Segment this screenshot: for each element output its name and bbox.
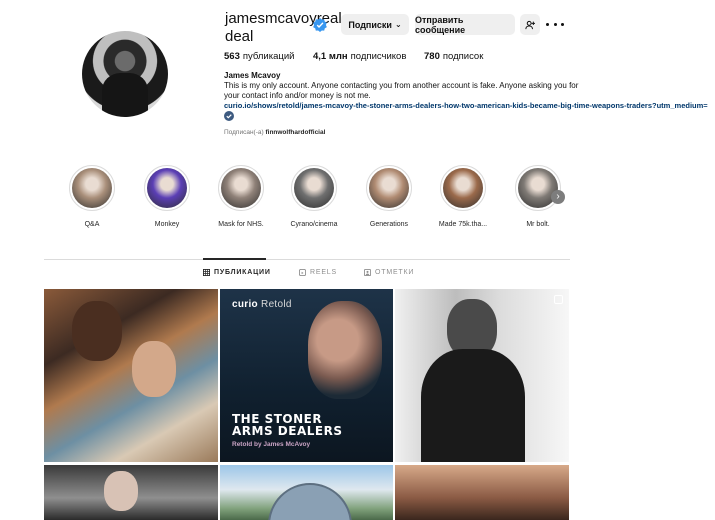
post-thumbnail[interactable]: [220, 465, 393, 520]
post-brand-logo: curio Retold: [232, 299, 292, 310]
story-highlight-label: Monkey: [154, 221, 180, 228]
add-user-icon: [525, 20, 535, 29]
suggested-users-button[interactable]: [520, 14, 540, 35]
tagged-icon: [364, 269, 371, 276]
following-count-label: подписок: [442, 51, 484, 62]
tab-posts[interactable]: ПУБЛИКАЦИИ: [203, 269, 271, 276]
profile-bio: This is my only account. Anyone contacti…: [224, 81, 579, 100]
story-highlight-cover: [218, 165, 264, 211]
following-count-value: 780: [424, 51, 440, 62]
story-highlight-cover: [440, 165, 486, 211]
followers-count-label: подписчиков: [350, 51, 407, 62]
followed-by-prefix: Подписан(-а): [224, 129, 264, 136]
post-brand-name: curio: [232, 299, 258, 310]
chevron-right-icon[interactable]: ›: [551, 190, 565, 204]
story-highlight-label: Generations: [369, 221, 409, 228]
post-thumbnail[interactable]: [395, 465, 569, 520]
tab-reels-label: REELS: [310, 269, 337, 276]
story-highlight-cover: [69, 165, 115, 211]
story-highlight[interactable]: Monkey: [137, 165, 197, 228]
threads-badge-icon[interactable]: [224, 111, 234, 121]
story-highlight[interactable]: Made 75k.tha...: [433, 165, 493, 228]
followed-by-user: finnwolfhardofficial: [265, 129, 326, 136]
story-highlight[interactable]: Q&A: [62, 165, 122, 228]
tab-tagged[interactable]: ОТМЕТКИ: [364, 269, 414, 276]
carousel-icon: [554, 295, 563, 304]
story-highlight[interactable]: Generations: [359, 165, 419, 228]
followers-count-value: 4,1 млн: [313, 51, 348, 62]
profile-username: jamesmcavoyreal deal: [225, 10, 342, 45]
chevron-down-icon: ⌄: [394, 20, 402, 29]
followed-by-text[interactable]: Подписан(-а) finnwolfhardofficial: [224, 129, 325, 136]
profile-full-name: James Mcavoy: [224, 71, 281, 80]
tab-posts-label: ПУБЛИКАЦИИ: [214, 269, 271, 276]
posts-count-label: публикаций: [242, 51, 295, 62]
story-highlight-label: Mask for NHS.: [218, 221, 264, 228]
verified-badge-icon: [313, 18, 327, 32]
story-highlight[interactable]: Cyrano/cinema: [284, 165, 344, 228]
story-highlight-cover: [366, 165, 412, 211]
post-thumbnail[interactable]: [395, 289, 569, 462]
post-title-text: THE STONER ARMS DEALERS: [232, 413, 342, 437]
more-options-icon[interactable]: [546, 16, 564, 32]
post-title-line2: ARMS DEALERS: [232, 424, 343, 438]
send-message-button[interactable]: Отправить сообщение: [415, 14, 515, 35]
post-thumbnail[interactable]: curio Retold THE STONER ARMS DEALERS Ret…: [220, 289, 393, 462]
post-subtitle-text: Retold by James McAvoy: [232, 441, 311, 448]
story-highlight-label: Made 75k.tha...: [438, 221, 488, 228]
story-highlight-cover: [291, 165, 337, 211]
story-highlight-cover: [515, 165, 561, 211]
tab-reels[interactable]: REELS: [299, 269, 337, 276]
post-thumbnail[interactable]: [44, 289, 218, 462]
story-highlight[interactable]: Mask for NHS.: [211, 165, 271, 228]
posts-count: 563 публикаций: [224, 51, 294, 62]
following-count[interactable]: 780 подписок: [424, 51, 483, 62]
story-highlight-label: Q&A: [84, 221, 100, 228]
following-button-label: Подписки: [348, 19, 392, 30]
tab-tagged-label: ОТМЕТКИ: [375, 269, 415, 276]
reels-icon: [299, 269, 306, 276]
profile-avatar[interactable]: [82, 31, 168, 117]
post-brand-suffix: Retold: [261, 299, 292, 310]
following-button[interactable]: Подписки ⌄: [341, 14, 409, 35]
active-tab-indicator: [203, 258, 266, 260]
story-highlight-cover: [144, 165, 190, 211]
posts-count-value: 563: [224, 51, 240, 62]
tabs-divider: [44, 259, 570, 260]
post-thumbnail[interactable]: [44, 465, 218, 520]
followers-count[interactable]: 4,1 млн подписчиков: [313, 51, 406, 62]
grid-icon: [203, 269, 210, 276]
story-highlight-label: Mr bolt.: [526, 221, 550, 228]
story-highlight-label: Cyrano/cinema: [290, 221, 338, 228]
profile-link[interactable]: curio.io/shows/retold/james-mcavoy-the-s…: [224, 101, 714, 110]
